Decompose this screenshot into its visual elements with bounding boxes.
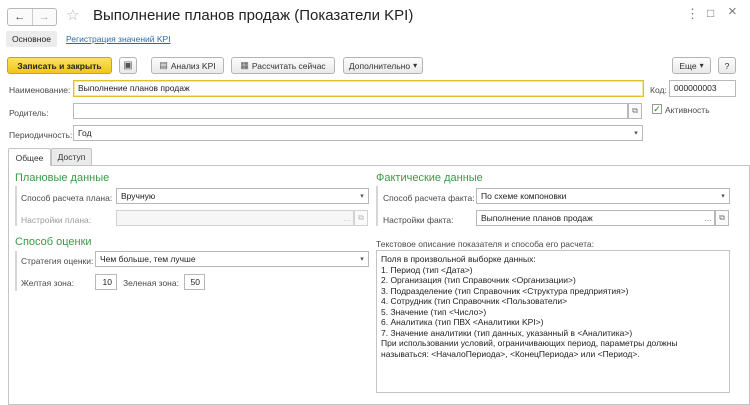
yellow-zone-input[interactable]: 10	[95, 274, 117, 290]
navigation-buttons: ← →	[7, 8, 57, 26]
parent-label: Родитель:	[9, 108, 49, 118]
calculate-now-button[interactable]: ▦ Рассчитать сейчас	[231, 57, 335, 74]
description-line: 4. Сотрудник (тип Справочник <Пользовате…	[381, 296, 568, 306]
fact-data-title: Фактические данные	[376, 172, 483, 184]
plan-settings-input	[116, 210, 354, 226]
chevron-down-icon: ▾	[413, 61, 418, 70]
description-line: Поля в произвольной выборке данных:	[381, 254, 536, 264]
active-checkbox[interactable]: ✓	[652, 104, 662, 114]
fact-method-label: Способ расчета факта:	[383, 193, 475, 203]
periodicity-label: Периодичность:	[9, 130, 73, 140]
open-parent-button[interactable]: ⧉	[628, 103, 642, 119]
green-zone-label: Зеленая зона:	[123, 278, 179, 288]
green-zone-input[interactable]: 50	[184, 274, 205, 290]
calculator-icon: ▦	[240, 60, 249, 70]
chevron-down-icon[interactable]: ▾	[355, 252, 369, 266]
report-icon: ▤	[159, 60, 168, 70]
plan-data-title: Плановые данные	[15, 172, 110, 184]
more-menu-label: Дополнительно	[348, 60, 411, 71]
name-label: Наименование:	[9, 85, 71, 95]
open-plan-settings-button: ⧉	[354, 210, 368, 226]
active-label: Активность	[665, 105, 710, 115]
help-button[interactable]: ?	[718, 57, 736, 74]
pick-icon: ...	[343, 213, 351, 223]
chevron-down-icon[interactable]: ▾	[716, 189, 730, 203]
open-icon: ⧉	[358, 213, 364, 222]
fact-settings-label: Настройки факта:	[383, 215, 454, 225]
more-menu-button[interactable]: Дополнительно ▾	[343, 57, 423, 74]
description-line: При использовании условий, ограничивающи…	[381, 338, 678, 348]
plan-settings-label: Настройки плана:	[21, 215, 92, 225]
etc-menu-label: Еще	[679, 60, 697, 71]
more-actions-icon[interactable]: ⋮	[686, 6, 699, 22]
description-line: 5. Значение (тип <Число>)	[381, 306, 487, 317]
section-kpi-registration-link[interactable]: Регистрация значений KPI	[66, 34, 171, 44]
description-label: Текстовое описание показателя и способа …	[376, 239, 594, 249]
name-input[interactable]: Выполнение планов продаж	[73, 80, 644, 97]
favorite-star-icon[interactable]: ☆	[66, 6, 79, 24]
code-label: Код:	[650, 85, 667, 95]
floppy-disk-icon: ▣	[123, 60, 133, 71]
periodicity-select[interactable]: Год	[73, 125, 643, 141]
open-fact-settings-button[interactable]: ⧉	[715, 210, 729, 226]
fact-method-select[interactable]: По схеме компоновки	[476, 188, 730, 204]
save-and-close-button[interactable]: Записать и закрыть	[7, 57, 112, 74]
strategy-select[interactable]: Чем больше, тем лучше	[95, 251, 369, 267]
maximize-icon[interactable]: □	[707, 6, 714, 20]
description-line: 6. Аналитика (тип ПВХ <Аналитики KPI>)	[381, 317, 544, 327]
kpi-analysis-button[interactable]: ▤ Анализ KPI	[151, 57, 224, 74]
etc-menu-button[interactable]: Еще ▾	[672, 57, 711, 74]
kpi-analysis-label: Анализ KPI	[170, 60, 216, 71]
fact-settings-input[interactable]: Выполнение планов продаж	[476, 210, 715, 226]
plan-method-label: Способ расчета плана:	[21, 193, 113, 203]
group-divider	[376, 186, 378, 226]
yellow-zone-label: Желтая зона:	[21, 278, 74, 288]
description-line: 7. Значение аналитики (тип данных, указа…	[381, 327, 633, 338]
group-divider	[15, 186, 17, 226]
code-input[interactable]: 000000003	[669, 80, 736, 97]
evaluation-title: Способ оценки	[15, 236, 92, 248]
pick-icon[interactable]: ...	[701, 211, 715, 225]
close-icon[interactable]: ×	[728, 3, 737, 20]
group-divider	[15, 251, 17, 291]
plan-method-select[interactable]: Вручную	[116, 188, 369, 204]
open-icon: ⧉	[719, 213, 725, 222]
window-title: Выполнение планов продаж (Показатели KPI…	[93, 7, 414, 24]
description-line: 3. Подразделение (тип Справочник <Структ…	[381, 285, 629, 296]
back-icon[interactable]: ←	[8, 9, 32, 25]
chevron-down-icon[interactable]: ▾	[629, 126, 643, 140]
tab-access[interactable]: Доступ	[51, 148, 92, 165]
calculate-now-label: Рассчитать сейчас	[251, 60, 326, 71]
save-button[interactable]: ▣	[119, 57, 137, 74]
section-main[interactable]: Основное	[6, 31, 57, 47]
strategy-label: Стратегия оценки:	[21, 256, 94, 266]
description-textarea[interactable]: Поля в произвольной выборке данных: 1. П…	[376, 250, 730, 393]
description-line: называться: <НачалоПериода>, <КонецПерио…	[381, 348, 640, 359]
chevron-down-icon: ▾	[699, 61, 704, 70]
forward-icon[interactable]: →	[31, 9, 57, 25]
tab-general[interactable]: Общее	[8, 148, 51, 166]
parent-input[interactable]	[73, 103, 628, 119]
chevron-down-icon[interactable]: ▾	[355, 189, 369, 203]
description-line: 1. Период (тип <Дата>)	[381, 264, 473, 275]
open-icon: ⧉	[632, 106, 638, 115]
description-line: 2. Организация (тип Справочник <Организа…	[381, 275, 576, 285]
